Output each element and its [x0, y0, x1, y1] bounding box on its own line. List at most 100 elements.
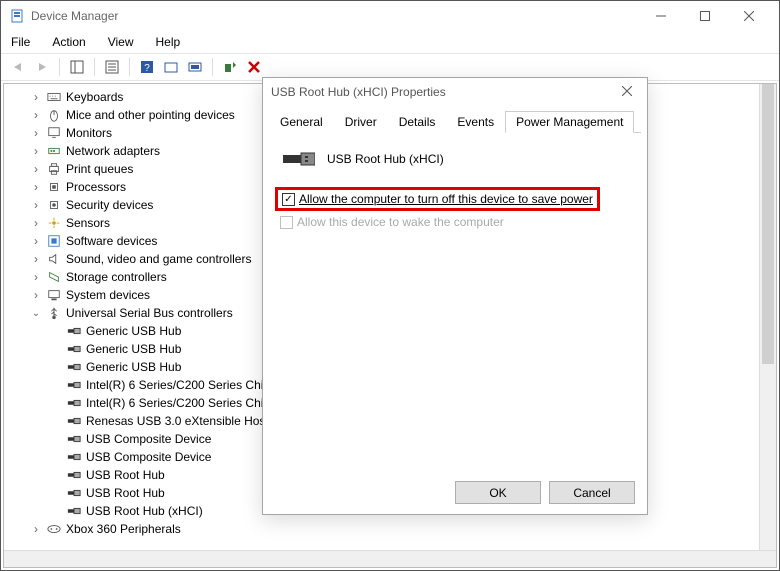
tree-item-label: Storage controllers [66, 268, 167, 286]
tree-item-label: Intel(R) 6 Series/C200 Series Chip [86, 394, 270, 412]
update-button[interactable] [184, 56, 206, 78]
sound-icon [46, 251, 62, 267]
properties-dialog: USB Root Hub (xHCI) Properties General D… [262, 77, 648, 515]
device-name: USB Root Hub (xHCI) [327, 152, 444, 166]
monitor-icon [46, 125, 62, 141]
tree-item-label: Monitors [66, 124, 112, 142]
allow-wake-label: Allow this device to wake the computer [297, 215, 504, 229]
properties-button[interactable] [101, 56, 123, 78]
tree-item-label: USB Root Hub [86, 484, 165, 502]
usbconn-icon [66, 503, 82, 519]
dialog-tabs: General Driver Details Events Power Mana… [269, 110, 641, 133]
window-title: Device Manager [31, 9, 118, 23]
tree-item-label: Print queues [66, 160, 133, 178]
menu-view[interactable]: View [104, 33, 138, 51]
expand-icon[interactable] [30, 232, 42, 250]
usbconn-icon [66, 377, 82, 393]
tab-details[interactable]: Details [388, 111, 447, 133]
tab-events[interactable]: Events [446, 111, 505, 133]
tree-item-label: Sensors [66, 214, 110, 232]
app-icon [9, 8, 25, 24]
tree-item-label: USB Root Hub (xHCI) [86, 502, 203, 520]
help-button[interactable]: ? [136, 56, 158, 78]
expand-icon[interactable] [30, 88, 42, 106]
tree-item-label: Network adapters [66, 142, 160, 160]
usbconn-icon [66, 323, 82, 339]
svg-text:?: ? [144, 63, 150, 74]
expand-icon[interactable] [30, 286, 42, 304]
keyboard-icon [46, 89, 62, 105]
tree-item-label: Mice and other pointing devices [66, 106, 235, 124]
expand-icon[interactable] [30, 214, 42, 232]
vertical-scrollbar[interactable] [759, 84, 776, 550]
tree-item-label: System devices [66, 286, 150, 304]
expand-icon[interactable] [30, 520, 42, 538]
tree-item-label: Sound, video and game controllers [66, 250, 251, 268]
tree-item-label: Universal Serial Bus controllers [66, 304, 233, 322]
usbconn-icon [66, 359, 82, 375]
usbconn-icon [66, 413, 82, 429]
scan-button[interactable] [160, 56, 182, 78]
allow-turnoff-checkbox[interactable]: ✓ [282, 193, 295, 206]
tree-item-label: Software devices [66, 232, 157, 250]
usb-icon [46, 305, 62, 321]
maximize-button[interactable] [683, 2, 727, 30]
system-icon [46, 287, 62, 303]
expand-icon[interactable] [30, 106, 42, 124]
expand-icon[interactable] [30, 142, 42, 160]
expand-icon[interactable] [30, 124, 42, 142]
expand-icon[interactable] [30, 303, 42, 323]
tree-item-label: Generic USB Hub [86, 358, 181, 376]
usbconn-icon [66, 485, 82, 501]
dialog-title: USB Root Hub (xHCI) Properties [271, 85, 446, 99]
tree-item-label: Generic USB Hub [86, 322, 181, 340]
tree-item-label: Xbox 360 Peripherals [66, 520, 181, 538]
security-icon [46, 197, 62, 213]
cancel-button[interactable]: Cancel [549, 481, 635, 504]
tree-item-label: Processors [66, 178, 126, 196]
enable-button[interactable] [219, 56, 241, 78]
tab-power-management[interactable]: Power Management [505, 111, 634, 133]
tree-item-label: Generic USB Hub [86, 340, 181, 358]
usbconn-icon [66, 395, 82, 411]
horizontal-scrollbar[interactable] [4, 550, 776, 567]
usbconn-icon [66, 431, 82, 447]
menu-help[interactable]: Help [152, 33, 185, 51]
gamepad-icon [46, 521, 62, 537]
uninstall-button[interactable] [243, 56, 265, 78]
tree-item-label: USB Composite Device [86, 448, 211, 466]
tree-item-label: Intel(R) 6 Series/C200 Series Chip [86, 376, 270, 394]
software-icon [46, 233, 62, 249]
cpu-icon [46, 179, 62, 195]
allow-wake-checkbox [280, 216, 293, 229]
back-button[interactable] [7, 56, 29, 78]
forward-button[interactable] [31, 56, 53, 78]
title-bar: Device Manager [1, 1, 779, 31]
ok-button[interactable]: OK [455, 481, 541, 504]
tree-item-label: USB Composite Device [86, 430, 211, 448]
sensor-icon [46, 215, 62, 231]
usbconn-icon [66, 449, 82, 465]
network-icon [46, 143, 62, 159]
close-button[interactable] [727, 2, 771, 30]
tree-item-label: USB Root Hub [86, 466, 165, 484]
expand-icon[interactable] [30, 196, 42, 214]
menu-file[interactable]: File [7, 33, 34, 51]
expand-icon[interactable] [30, 178, 42, 196]
dialog-close-button[interactable] [615, 85, 639, 99]
usbconn-icon [66, 467, 82, 483]
expand-icon[interactable] [30, 160, 42, 178]
usb-connector-icon [283, 147, 315, 171]
show-hide-button[interactable] [66, 56, 88, 78]
expand-icon[interactable] [30, 250, 42, 268]
tab-general[interactable]: General [269, 111, 334, 133]
tree-item-label: Security devices [66, 196, 153, 214]
tree-item-label: Keyboards [66, 88, 123, 106]
tab-driver[interactable]: Driver [334, 111, 388, 133]
tree-item[interactable]: Xbox 360 Peripherals [10, 520, 770, 538]
menu-bar: File Action View Help [1, 31, 779, 53]
minimize-button[interactable] [639, 2, 683, 30]
usbconn-icon [66, 341, 82, 357]
menu-action[interactable]: Action [48, 33, 89, 51]
expand-icon[interactable] [30, 268, 42, 286]
